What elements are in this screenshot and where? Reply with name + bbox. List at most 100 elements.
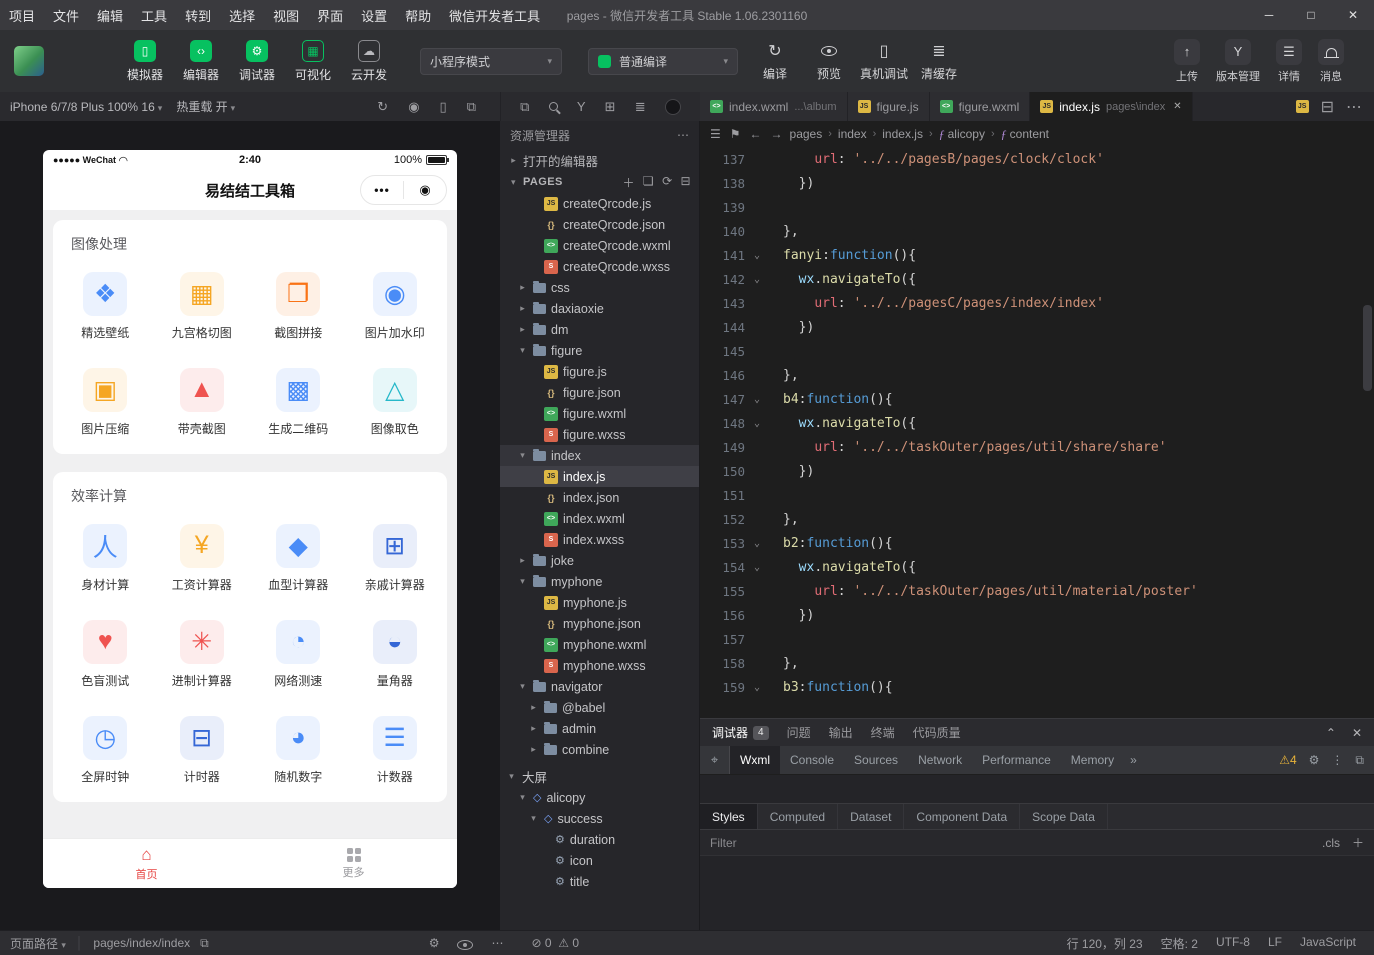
tree-item[interactable]: ⚙duration	[500, 829, 699, 850]
open-editors-section[interactable]: ▸ 打开的编辑器	[500, 149, 699, 171]
tree-item[interactable]: JSfigure.js	[500, 361, 699, 382]
scrollbar-thumb[interactable]	[1363, 305, 1372, 391]
editor-tab[interactable]: JSfigure.js	[848, 92, 930, 121]
indent-setting[interactable]: 空格: 2	[1161, 935, 1198, 952]
version-control-button[interactable]: Y版本管理	[1216, 39, 1260, 84]
minimize-button[interactable]: ─	[1248, 0, 1290, 30]
app-grid-item[interactable]: ⊞亲戚计算器	[347, 510, 444, 606]
tree-item[interactable]: ▾index	[500, 445, 699, 466]
storage-icon[interactable]: ≣	[635, 99, 646, 115]
sidebar-tab[interactable]: Component Data	[904, 804, 1020, 829]
outline-icon[interactable]: ☰	[710, 127, 721, 141]
code-line[interactable]: 148⌄ wx.navigateTo({	[700, 411, 1374, 435]
code-line[interactable]: 145	[700, 339, 1374, 363]
menubar-item[interactable]: 设置	[352, 0, 396, 30]
explorer-more-icon[interactable]: ⋯	[677, 128, 689, 142]
menubar-item[interactable]: 帮助	[396, 0, 440, 30]
panel-tab[interactable]: 终端	[871, 724, 895, 741]
tree-item[interactable]: ▸dm	[500, 319, 699, 340]
avatar[interactable]	[14, 46, 44, 76]
app-grid-item[interactable]: ◔网络测速	[250, 606, 347, 702]
tree-item[interactable]: ▾figure	[500, 340, 699, 361]
devtools-tab[interactable]: Wxml	[730, 746, 780, 774]
tree-item[interactable]: ⚙title	[500, 871, 699, 892]
app-grid-item[interactable]: 人身材计算	[57, 510, 154, 606]
filter-input[interactable]: Filter	[710, 836, 737, 850]
app-grid-item[interactable]: ◒量角器	[347, 606, 444, 702]
panel-tab[interactable]: 调试器4	[712, 724, 769, 741]
menubar-item[interactable]: 微信开发者工具	[440, 0, 549, 30]
code-line[interactable]: 154⌄ wx.navigateTo({	[700, 555, 1374, 579]
code-line[interactable]: 153⌄b2:function(){	[700, 531, 1374, 555]
device-select[interactable]: iPhone 6/7/8 Plus 100% 16▾	[10, 100, 162, 114]
code-line[interactable]: 149 url: '../../taskOuter/pages/util/sha…	[700, 435, 1374, 459]
upload-button[interactable]: ↑上传	[1174, 39, 1200, 84]
code-line[interactable]: 151	[700, 483, 1374, 507]
mode-select[interactable]: 小程序模式 ▾	[420, 48, 562, 75]
split-editor-icon[interactable]: ⊟	[1321, 97, 1334, 117]
menubar-item[interactable]: 文件	[44, 0, 88, 30]
tree-item[interactable]: ▸joke	[500, 550, 699, 571]
devtools-settings-icon[interactable]: ⚙	[1309, 753, 1320, 767]
fold-toggle-icon[interactable]: ⌄	[745, 538, 769, 549]
simulator-button[interactable]: ▯模拟器	[122, 40, 168, 83]
tree-item[interactable]: {}createQrcode.json	[500, 214, 699, 235]
devtools-tab[interactable]: Console	[780, 746, 844, 774]
eye-icon[interactable]	[457, 940, 473, 950]
hot-reload-toggle[interactable]: 热重载 开▾	[176, 98, 235, 115]
app-grid-item[interactable]: ▩生成二维码	[250, 354, 347, 450]
menubar-item[interactable]: 界面	[308, 0, 352, 30]
code-line[interactable]: 156 })	[700, 603, 1374, 627]
panel-tab[interactable]: 问题	[787, 724, 811, 741]
tree-item[interactable]: {}index.json	[500, 487, 699, 508]
cursor-position[interactable]: 行 120，列 23	[1067, 935, 1143, 952]
panel-tab[interactable]: 输出	[829, 724, 853, 741]
code-line[interactable]: 144 })	[700, 315, 1374, 339]
menubar-item[interactable]: 转到	[176, 0, 220, 30]
extensions-grid-icon[interactable]: ⊞	[605, 99, 616, 115]
tree-item[interactable]: <>figure.wxml	[500, 403, 699, 424]
tree-item[interactable]: Sindex.wxss	[500, 529, 699, 550]
debugger-button[interactable]: ⚙调试器	[234, 40, 280, 83]
app-grid-item[interactable]: ☰计数器	[347, 702, 444, 798]
inspect-element-icon[interactable]: ⌖	[700, 746, 730, 774]
menubar-item[interactable]: 项目	[0, 0, 44, 30]
miniapp-tab-home[interactable]: ⌂首页	[43, 839, 250, 888]
tree-item[interactable]: ▾◇success	[500, 808, 699, 829]
screenshot-icon[interactable]: ⧉	[467, 99, 476, 115]
clear-cache-button[interactable]: ≣清缓存	[916, 41, 962, 82]
app-grid-item[interactable]: ❖精选壁纸	[57, 258, 154, 354]
message-bell-button[interactable]: 消息	[1318, 39, 1344, 84]
devtools-tab[interactable]: Sources	[844, 746, 908, 774]
devtools-tab[interactable]: Performance	[972, 746, 1061, 774]
breadcrumb-item[interactable]: index	[838, 127, 867, 141]
app-grid-item[interactable]: ◆血型计算器	[250, 510, 347, 606]
code-line[interactable]: 157	[700, 627, 1374, 651]
dock-side-icon[interactable]: ⧉	[1355, 753, 1364, 768]
tab-overflow-icon[interactable]: »	[1124, 753, 1143, 767]
fold-toggle-icon[interactable]: ⌄	[745, 682, 769, 693]
code-line[interactable]: 158},	[700, 651, 1374, 675]
close-button[interactable]: ✕	[1332, 0, 1374, 30]
close-miniapp-button[interactable]: ◉	[404, 182, 446, 198]
compile-mode-select[interactable]: 普通编译 ▾	[588, 48, 738, 75]
tree-item[interactable]: ▾myphone	[500, 571, 699, 592]
app-grid-item[interactable]: ▣图片压缩	[57, 354, 154, 450]
tree-item[interactable]: <>createQrcode.wxml	[500, 235, 699, 256]
code-line[interactable]: 140},	[700, 219, 1374, 243]
code-line[interactable]: 147⌄b4:function(){	[700, 387, 1374, 411]
back-icon[interactable]: ←	[750, 127, 762, 141]
menubar-item[interactable]: 编辑	[88, 0, 132, 30]
collapse-panel-icon[interactable]: ⌃	[1326, 726, 1336, 740]
code-line[interactable]: 141⌄fanyi:function(){	[700, 243, 1374, 267]
code-line[interactable]: 142⌄ wx.navigateTo({	[700, 267, 1374, 291]
more-menu-button[interactable]: •••	[361, 183, 403, 197]
section-action-icon[interactable]: ＋	[622, 174, 634, 191]
compile-button[interactable]: ↻编译	[752, 41, 798, 82]
rotate-icon[interactable]: ↻	[377, 99, 388, 115]
maximize-button[interactable]: □	[1290, 0, 1332, 30]
tree-item[interactable]: ▾navigator	[500, 676, 699, 697]
add-style-icon[interactable]: ＋	[1352, 834, 1364, 851]
section-action-icon[interactable]: ⊟	[681, 174, 691, 191]
search-icon[interactable]	[549, 102, 558, 111]
